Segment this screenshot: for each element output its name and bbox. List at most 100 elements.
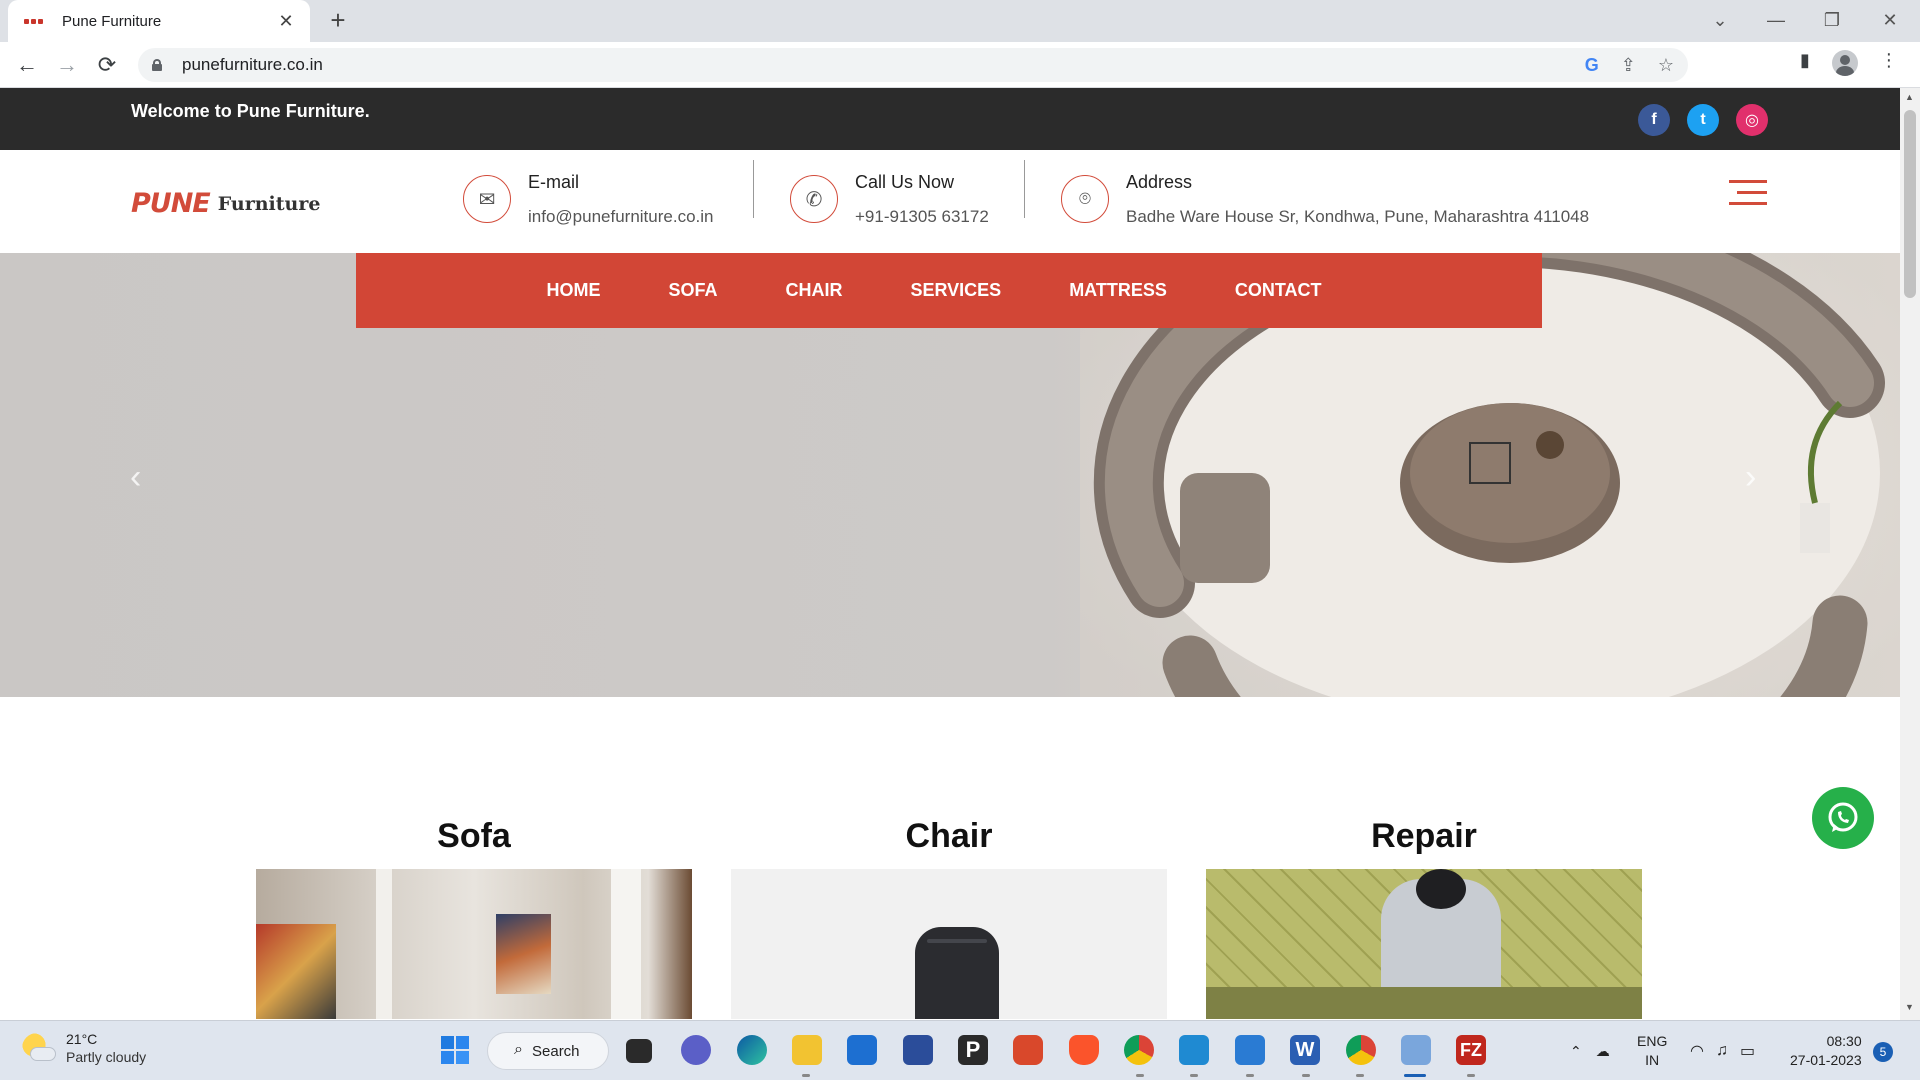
mail-icon[interactable]	[847, 1035, 877, 1065]
browser-tab[interactable]: Pune Furniture ✕	[8, 0, 310, 42]
lock-icon[interactable]	[152, 59, 162, 71]
menu-kebab-icon[interactable]: ⋮	[1880, 50, 1898, 76]
category-title: Chair	[905, 817, 993, 855]
location-icon: ⌾	[1061, 175, 1109, 223]
twitter-icon[interactable]: t	[1687, 104, 1719, 136]
web-page: Welcome to Pune Furniture. f t ◎ PUNE Fu…	[0, 88, 1900, 1020]
hamburger-menu-icon[interactable]	[1729, 180, 1767, 213]
forward-button[interactable]: →	[52, 50, 82, 80]
nav-contact[interactable]: CONTACT	[1235, 280, 1322, 301]
logo-mark: PUNE	[131, 188, 211, 219]
profile-avatar-icon[interactable]	[1831, 50, 1858, 76]
notification-badge[interactable]: 5	[1873, 1042, 1893, 1062]
page-scrollbar[interactable]: ▲ ▼	[1900, 88, 1920, 1020]
contact-phone: ✆ Call Us Now +91-91305 63172	[790, 168, 989, 227]
category-sofa[interactable]: Sofa	[256, 817, 692, 1019]
url-text[interactable]: punefurniture.co.in	[182, 55, 323, 75]
whatsapp-icon	[1828, 802, 1858, 832]
category-section: Sofa Chair Repair	[0, 697, 1900, 1020]
repair-image[interactable]	[1206, 869, 1642, 1019]
battery-icon[interactable]: ▭	[1740, 1041, 1755, 1061]
scroll-up-icon[interactable]: ▲	[1905, 92, 1914, 102]
nav-services[interactable]: SERVICES	[910, 280, 1001, 301]
scroll-down-icon[interactable]: ▼	[1905, 1002, 1914, 1012]
contact-address: ⌾ Address Badhe Ware House Sr, Kondhwa, …	[1061, 168, 1589, 227]
scroll-thumb[interactable]	[1904, 110, 1916, 298]
nav-mattress[interactable]: MATTRESS	[1069, 280, 1167, 301]
teams-chat-icon[interactable]	[681, 1035, 711, 1065]
windows-start-icon[interactable]	[440, 1035, 470, 1065]
weather-widget[interactable]: 21°C Partly cloudy	[22, 1031, 146, 1065]
search-label: Search	[532, 1042, 580, 1060]
chair-image[interactable]	[731, 869, 1167, 1019]
browser-tab-strip: Pune Furniture ✕ + ⌄ — ❐ ✕	[0, 0, 1920, 42]
weather-desc: Partly cloudy	[66, 1049, 147, 1065]
tab-close-icon[interactable]: ✕	[276, 11, 296, 32]
volume-icon[interactable]: ♫	[1716, 1042, 1728, 1060]
onedrive-icon[interactable]: ☁	[1596, 1043, 1610, 1060]
hero-carousel: HOME SOFA CHAIR SERVICES MATTRESS CONTAC…	[0, 253, 1900, 697]
back-button[interactable]: ←	[12, 50, 42, 80]
remote-desktop-icon[interactable]	[903, 1035, 933, 1065]
tray-chevron-icon[interactable]: ⌃	[1570, 1043, 1582, 1060]
running-indicator	[1356, 1074, 1364, 1077]
header-divider	[1024, 160, 1025, 218]
carousel-prev-icon[interactable]: ‹	[130, 458, 141, 497]
contact-phone-value[interactable]: +91-91305 63172	[855, 207, 989, 227]
whatsapp-chat-button[interactable]	[1812, 787, 1874, 849]
reload-button[interactable]: ⟳	[92, 50, 122, 80]
envelope-icon: ✉	[463, 175, 511, 223]
tab-search-chevron-icon[interactable]: ⌄	[1700, 4, 1740, 36]
task-view-icon[interactable]	[626, 1039, 652, 1063]
minimize-button[interactable]: —	[1756, 4, 1796, 36]
filezilla-icon[interactable]: FZ	[1456, 1035, 1486, 1065]
running-indicator	[1190, 1074, 1198, 1077]
instagram-icon[interactable]: ◎	[1736, 104, 1768, 136]
facebook-icon[interactable]: f	[1638, 104, 1670, 136]
welcome-text: Welcome to Pune Furniture.	[131, 101, 370, 121]
close-window-button[interactable]: ✕	[1870, 4, 1910, 36]
running-indicator	[1246, 1074, 1254, 1077]
wifi-icon[interactable]: ◠	[1690, 1041, 1704, 1061]
pycharm-icon[interactable]: P	[958, 1035, 988, 1065]
google-lens-icon[interactable]: G	[1585, 55, 1599, 76]
site-logo[interactable]: PUNE Furniture	[131, 188, 320, 219]
running-indicator	[1302, 1074, 1310, 1077]
chrome-profile-icon[interactable]	[1124, 1035, 1154, 1065]
site-header: PUNE Furniture ✉ E-mail info@punefurnitu…	[0, 150, 1900, 253]
restore-button[interactable]: ❐	[1812, 4, 1852, 36]
taskbar-clock[interactable]: 08:30 27-01-2023	[1790, 1032, 1862, 1070]
active-indicator	[1404, 1074, 1426, 1077]
nav-chair[interactable]: CHAIR	[785, 280, 842, 301]
language-indicator[interactable]: ENG IN	[1637, 1032, 1667, 1070]
category-chair[interactable]: Chair	[731, 817, 1167, 1019]
address-bar[interactable]: punefurniture.co.in G ⇪ ☆	[138, 48, 1688, 82]
sofa-image[interactable]	[256, 869, 692, 1019]
contact-email-value[interactable]: info@punefurniture.co.in	[528, 207, 713, 227]
contact-address-title: Address	[1126, 172, 1193, 192]
share-icon[interactable]: ⇪	[1621, 55, 1636, 76]
clock-time: 08:30	[1826, 1033, 1862, 1049]
word-icon[interactable]: W	[1290, 1035, 1320, 1065]
side-panel-icon[interactable]: ▮	[1800, 50, 1810, 76]
top-bar: Welcome to Pune Furniture. f t ◎	[0, 88, 1900, 150]
nav-sofa[interactable]: SOFA	[668, 280, 717, 301]
nav-home[interactable]: HOME	[546, 280, 600, 301]
chrome-icon[interactable]	[1346, 1035, 1376, 1065]
header-divider	[753, 160, 754, 218]
contact-email-title: E-mail	[528, 172, 580, 192]
notepad-icon[interactable]	[1235, 1035, 1265, 1065]
brave-browser-icon[interactable]	[1069, 1035, 1099, 1065]
snipping-tool-icon[interactable]	[1401, 1035, 1431, 1065]
vscode-icon[interactable]	[1179, 1035, 1209, 1065]
category-repair[interactable]: Repair	[1206, 817, 1642, 1019]
phone-icon: ✆	[790, 175, 838, 223]
edge-browser-icon[interactable]	[737, 1035, 767, 1065]
bookmark-star-icon[interactable]: ☆	[1658, 55, 1674, 76]
taskbar-search[interactable]: ⌕ Search	[487, 1032, 609, 1070]
app-icon[interactable]	[1013, 1035, 1043, 1065]
file-explorer-icon[interactable]	[792, 1035, 822, 1065]
carousel-next-icon[interactable]: ›	[1745, 458, 1756, 497]
new-tab-button[interactable]: +	[324, 6, 352, 34]
running-indicator	[1467, 1074, 1475, 1077]
